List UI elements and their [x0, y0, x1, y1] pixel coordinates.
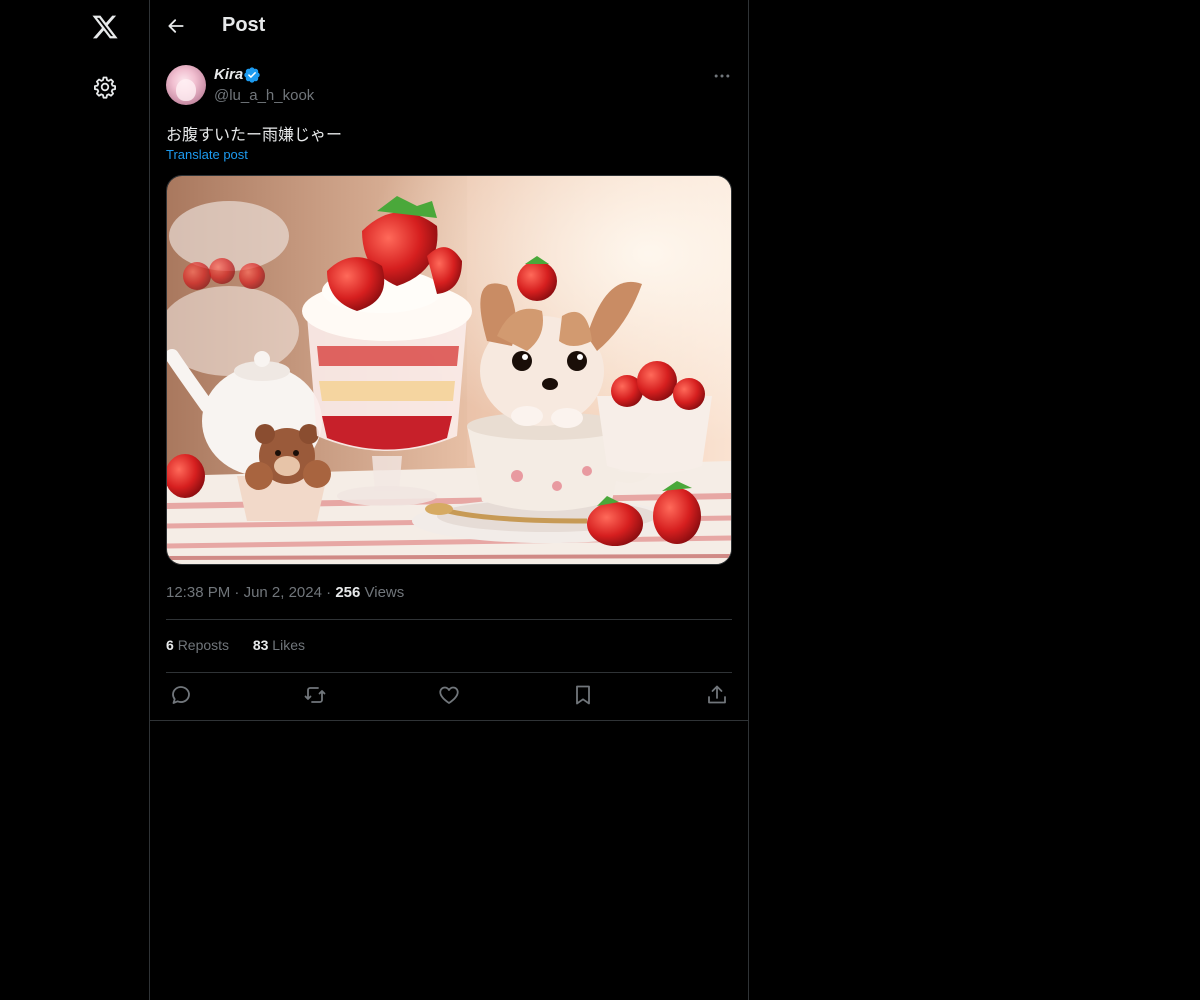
- verified-badge-icon: [243, 66, 261, 84]
- author-name[interactable]: Kira: [214, 66, 243, 83]
- post-image[interactable]: [166, 175, 732, 565]
- post-stats: 6 Reposts 83 Likes: [166, 637, 305, 653]
- x-logo-icon[interactable]: [91, 13, 119, 41]
- heart-icon[interactable]: [437, 683, 461, 707]
- meta-separator: ·: [326, 584, 336, 601]
- views-count: 256: [335, 584, 361, 601]
- divider: [166, 672, 732, 673]
- page-title: Post: [222, 14, 266, 36]
- author-handle[interactable]: @lu_a_h_kook: [214, 87, 314, 104]
- views-label: Views: [364, 584, 405, 601]
- back-arrow-icon[interactable]: [166, 16, 186, 36]
- sidebar: [0, 0, 150, 1000]
- bookmark-icon[interactable]: [571, 683, 595, 707]
- reposts-count: 6: [166, 637, 174, 653]
- reply-icon[interactable]: [169, 683, 193, 707]
- post-detail-column: Post Kira @lu_a_h_kook お腹すいたー雨嫌じゃー Trans…: [150, 0, 749, 1000]
- post-text: お腹すいたー雨嫌じゃー: [166, 125, 343, 144]
- likes-link[interactable]: 83 Likes: [253, 637, 305, 653]
- post-time[interactable]: 12:38 PM: [166, 584, 230, 601]
- reposts-label: Reposts: [177, 637, 230, 653]
- post-date[interactable]: Jun 2, 2024: [244, 584, 322, 601]
- meta-separator: ·: [234, 584, 244, 601]
- avatar[interactable]: [166, 65, 206, 105]
- repost-icon[interactable]: [303, 683, 327, 707]
- divider: [166, 619, 732, 620]
- post-header: Post: [150, 0, 748, 53]
- action-bar: [150, 683, 748, 709]
- gear-icon[interactable]: [93, 75, 117, 99]
- share-icon[interactable]: [705, 683, 729, 707]
- likes-count: 83: [252, 637, 269, 653]
- reposts-link[interactable]: 6 Reposts: [166, 637, 229, 653]
- translate-post-link[interactable]: Translate post: [166, 147, 248, 162]
- more-icon[interactable]: [712, 66, 732, 86]
- likes-label: Likes: [272, 637, 305, 653]
- post-meta: 12:38 PM · Jun 2, 2024 · 256 Views: [166, 584, 404, 601]
- divider: [150, 720, 748, 721]
